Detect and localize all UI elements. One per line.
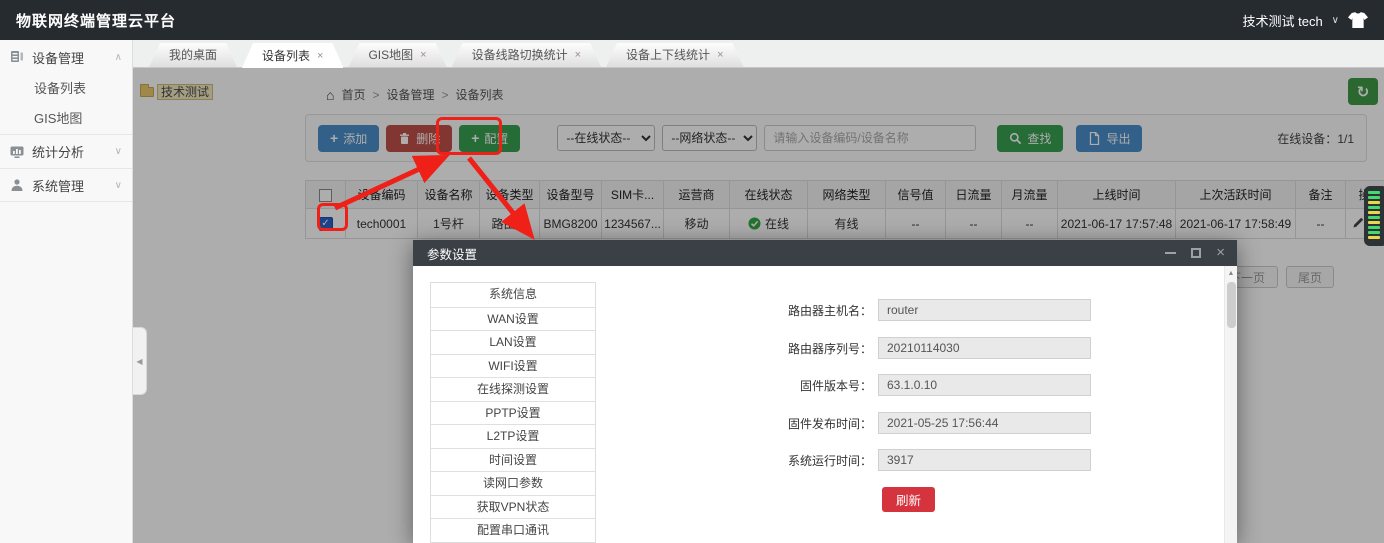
sidebar-collapse-handle[interactable]: ◀: [133, 327, 147, 395]
tab-bar: 我的桌面 设备列表 × GIS地图 × 设备线路切换统计 × 设备上下线统计 ×: [133, 40, 1384, 68]
scroll-up-icon[interactable]: ▲: [1225, 266, 1237, 280]
signal-stripe: [1368, 236, 1380, 239]
dialog-menu-item-wan[interactable]: WAN设置: [431, 307, 595, 331]
sidebar-item-system-management[interactable]: 系统管理 ∨: [0, 168, 132, 202]
sidebar-item-label: 统计分析: [32, 142, 107, 161]
tab-my-desktop[interactable]: 我的桌面: [149, 43, 237, 67]
close-icon[interactable]: ×: [717, 43, 723, 67]
signal-bars-widget: [1364, 186, 1384, 246]
dialog-menu-item-system-info[interactable]: 系统信息: [431, 283, 595, 307]
top-header: 物联网终端管理云平台 技术测试 tech ∨: [0, 0, 1384, 40]
app-title: 物联网终端管理云平台: [16, 10, 176, 31]
field-label: 路由器主机名：: [713, 302, 872, 319]
field-label: 系统运行时间：: [713, 452, 872, 469]
field-label: 路由器序列号：: [713, 340, 872, 357]
dialog-menu-item-wifi[interactable]: WIFI设置: [431, 354, 595, 378]
tab-label: 设备列表: [262, 44, 310, 68]
chevron-down-icon: ∨: [115, 146, 122, 157]
chevron-up-icon: ∧: [115, 52, 122, 63]
dialog-menu-item-l2tp[interactable]: L2TP设置: [431, 424, 595, 448]
dialog-menu-item-time[interactable]: 时间设置: [431, 448, 595, 472]
dialog-menu-item-pptp[interactable]: PPTP设置: [431, 401, 595, 425]
tab-gis-map[interactable]: GIS地图 ×: [348, 43, 446, 67]
close-icon[interactable]: ×: [575, 43, 581, 67]
refresh-button[interactable]: 刷新: [882, 487, 935, 512]
dialog-menu: 系统信息 WAN设置 LAN设置 WIFI设置 在线探测设置 PPTP设置 L2…: [430, 282, 596, 543]
sidebar: 设备管理 ∧ 设备列表 GIS地图 统计分析 ∨ 系统管理 ∨: [0, 40, 133, 543]
sidebar-item-statistics[interactable]: 统计分析 ∨: [0, 134, 132, 168]
field-label: 固件发布时间：: [713, 415, 872, 432]
tab-online-offline-stats[interactable]: 设备上下线统计 ×: [606, 43, 743, 67]
signal-stripe: [1368, 191, 1380, 194]
dialog-menu-item-lan[interactable]: LAN设置: [431, 330, 595, 354]
minimize-icon[interactable]: [1165, 252, 1176, 254]
signal-stripe: [1368, 221, 1380, 224]
sidebar-item-device-list[interactable]: 设备列表: [0, 74, 132, 104]
parameter-settings-dialog: 参数设置 × 系统信息 WAN设置 LAN设置 WIFI设置 在线探测设置 PP…: [413, 240, 1237, 543]
field-label: 固件版本号：: [713, 377, 872, 394]
tab-label: 我的桌面: [169, 43, 217, 67]
user-icon: [10, 178, 24, 192]
signal-stripe: [1368, 231, 1380, 234]
close-icon[interactable]: ×: [420, 43, 426, 67]
signal-stripe: [1368, 196, 1380, 199]
modules-icon: [10, 50, 24, 64]
dialog-titlebar[interactable]: 参数设置 ×: [413, 240, 1237, 266]
signal-stripe: [1368, 226, 1380, 229]
chart-icon: [10, 145, 24, 159]
dialog-scrollbar[interactable]: ▲: [1224, 266, 1237, 543]
field-row-serial: 路由器序列号：: [713, 337, 1091, 359]
close-icon[interactable]: ×: [1216, 248, 1225, 258]
tab-label: 设备线路切换统计: [472, 43, 568, 67]
field-row-firmware-version: 固件版本号：: [713, 374, 1091, 396]
dialog-menu-item-port-params[interactable]: 读网口参数: [431, 471, 595, 495]
dialog-menu-item-vpn-status[interactable]: 获取VPN状态: [431, 495, 595, 519]
field-row-hostname: 路由器主机名：: [713, 299, 1091, 321]
signal-stripe: [1368, 211, 1380, 214]
dialog-menu-item-online-probe[interactable]: 在线探测设置: [431, 377, 595, 401]
signal-stripe: [1368, 201, 1380, 204]
field-row-firmware-date: 固件发布时间：: [713, 412, 1091, 434]
user-menu-label[interactable]: 技术测试 tech: [1242, 11, 1322, 30]
maximize-icon[interactable]: [1191, 248, 1201, 258]
router-serial-field[interactable]: [878, 337, 1091, 359]
chevron-down-icon: ∨: [1332, 15, 1339, 26]
tab-device-list[interactable]: 设备列表 ×: [242, 43, 343, 68]
firmware-version-field[interactable]: [878, 374, 1091, 396]
close-icon[interactable]: ×: [317, 44, 323, 68]
system-uptime-field[interactable]: [878, 449, 1091, 471]
theme-shirt-icon[interactable]: [1348, 12, 1368, 29]
scrollbar-thumb[interactable]: [1227, 282, 1236, 328]
sidebar-item-label: 系统管理: [32, 176, 107, 195]
dialog-body: 系统信息 WAN设置 LAN设置 WIFI设置 在线探测设置 PPTP设置 L2…: [413, 266, 1237, 543]
collapse-left-icon: ◀: [136, 357, 142, 366]
router-hostname-field[interactable]: [878, 299, 1091, 321]
dialog-title: 参数设置: [427, 244, 477, 263]
field-row-uptime: 系统运行时间：: [713, 449, 1091, 471]
dialog-menu-item-serial-comm[interactable]: 配置串口通讯: [431, 518, 595, 542]
tab-label: 设备上下线统计: [626, 43, 710, 67]
sidebar-item-gis-map[interactable]: GIS地图: [0, 104, 132, 134]
header-user-area[interactable]: 技术测试 tech ∨: [1242, 11, 1368, 30]
sidebar-item-device-management[interactable]: 设备管理 ∧: [0, 40, 132, 74]
sidebar-item-label: 设备管理: [32, 48, 107, 67]
chevron-down-icon: ∨: [115, 180, 122, 191]
firmware-release-field[interactable]: [878, 412, 1091, 434]
signal-stripe: [1368, 216, 1380, 219]
tab-label: GIS地图: [368, 43, 413, 67]
tab-line-switch-stats[interactable]: 设备线路切换统计 ×: [452, 43, 601, 67]
app-root: 物联网终端管理云平台 技术测试 tech ∨ 设备管理 ∧ 设备列表 GIS地图…: [0, 0, 1384, 543]
signal-stripe: [1368, 206, 1380, 209]
